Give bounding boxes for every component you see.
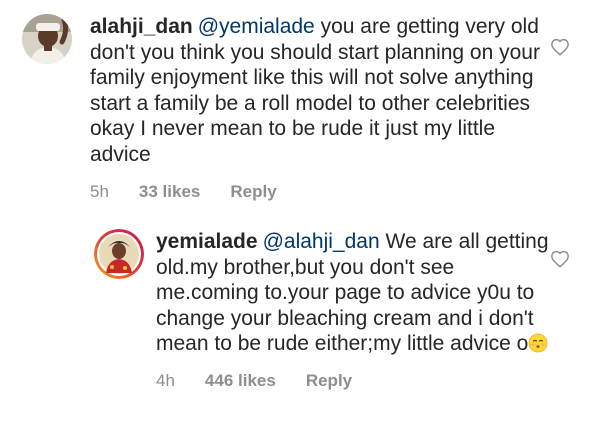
kissing-face-emoji-icon — [528, 333, 548, 353]
mention-link[interactable]: @alahji_dan — [263, 230, 380, 253]
user-avatar-yemialade-icon — [94, 229, 144, 279]
heart-outline-icon[interactable] — [550, 38, 570, 56]
reply-button[interactable]: Reply — [230, 182, 276, 202]
comment-meta: 4h 446 likes Reply — [156, 371, 560, 391]
avatar[interactable] — [94, 229, 144, 279]
username[interactable]: alahji_dan — [90, 15, 193, 38]
reply-button[interactable]: Reply — [306, 371, 352, 391]
username[interactable]: yemialade — [156, 230, 258, 253]
likes-count[interactable]: 446 likes — [205, 371, 276, 391]
comment-meta: 5h 33 likes Reply — [90, 182, 560, 202]
timestamp: 5h — [90, 181, 109, 201]
heart-outline-icon[interactable] — [550, 250, 570, 268]
comment-yemialade: yemialade @alahji_dan We are all getting … — [94, 229, 600, 391]
comment-alahji-dan: alahji_dan @yemialade you are getting ver… — [22, 14, 600, 202]
avatar[interactable] — [22, 14, 72, 64]
mention-link[interactable]: @yemialade — [198, 15, 315, 38]
timestamp: 4h — [156, 370, 175, 390]
comment-text: alahji_dan @yemialade you are getting ver… — [90, 14, 560, 168]
likes-count[interactable]: 33 likes — [139, 182, 200, 202]
user-avatar-alahji-icon — [22, 14, 72, 64]
comment-text: yemialade @alahji_dan We are all getting … — [156, 229, 560, 357]
